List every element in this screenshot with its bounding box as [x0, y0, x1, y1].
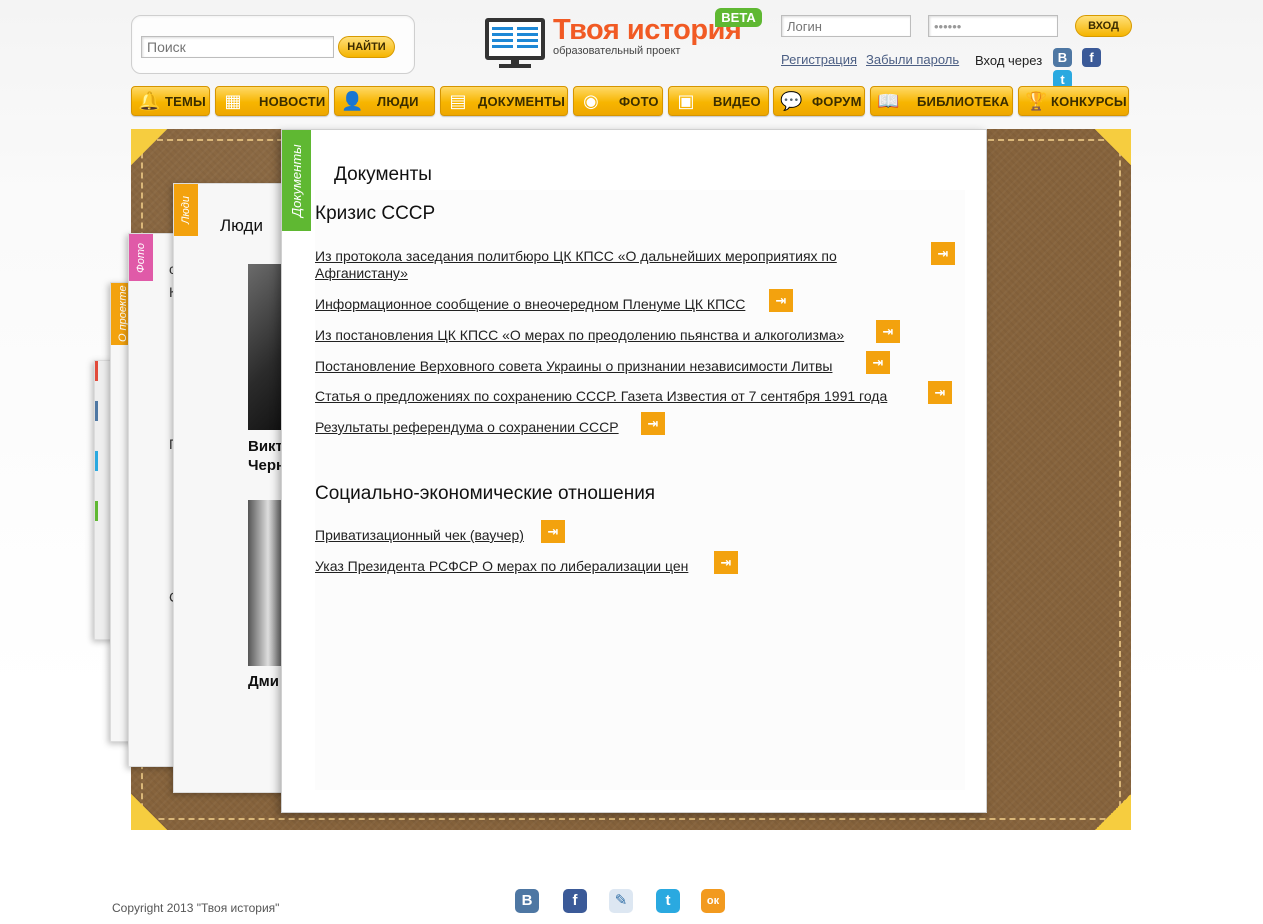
- open-document-icon[interactable]: ⇥: [541, 520, 565, 543]
- document-link[interactable]: Информационное сообщение о внеочередном …: [315, 296, 745, 313]
- open-document-icon[interactable]: ⇥: [769, 289, 793, 312]
- nav-video[interactable]: ▣ ВИДЕО: [668, 86, 769, 116]
- tab-documents[interactable]: Документы: [282, 130, 311, 231]
- main-nav: 🔔 ТЕМЫ ▦ НОВОСТИ 👤 ЛЮДИ ▤ ДОКУМЕНТЫ ◉ ФО…: [131, 86, 1131, 116]
- nav-label: ВИДЕО: [713, 94, 761, 109]
- password-input[interactable]: [928, 15, 1058, 37]
- person-icon: 👤: [341, 91, 364, 111]
- nav-label: КОНКУРСЫ: [1051, 94, 1127, 109]
- open-document-icon[interactable]: ⇥: [866, 351, 890, 374]
- film-icon: ▣: [677, 91, 695, 111]
- speech-bubble-icon: 💬: [780, 91, 803, 111]
- person-name[interactable]: Викт: [248, 438, 282, 455]
- nav-contests[interactable]: 🏆 КОНКУРСЫ: [1018, 86, 1129, 116]
- document-link[interactable]: Указ Президента РСФСР О мерах по либерал…: [315, 558, 688, 575]
- facebook-icon[interactable]: f: [1082, 48, 1101, 67]
- nav-label: ТЕМЫ: [165, 94, 206, 109]
- section-heading: Социально-экономические отношения: [315, 483, 656, 504]
- vk-icon[interactable]: B: [515, 889, 539, 913]
- open-document-icon[interactable]: ⇥: [714, 551, 738, 574]
- nav-topics[interactable]: 🔔 ТЕМЫ: [131, 86, 210, 116]
- login-via-label: Вход через: [975, 53, 1043, 68]
- copyright: Copyright 2013 "Твоя история": [112, 901, 280, 915]
- twitter-icon[interactable]: t: [656, 889, 680, 913]
- tab-people[interactable]: Люди: [174, 184, 198, 236]
- card-people[interactable]: Люди Люди Викт Черн Дми: [173, 183, 293, 793]
- nav-news[interactable]: ▦ НОВОСТИ: [215, 86, 329, 116]
- logo-title: Твоя история: [553, 14, 742, 46]
- person-name[interactable]: Черн: [248, 457, 282, 474]
- page-title: Документы: [334, 164, 432, 185]
- open-document-icon[interactable]: ⇥: [928, 381, 952, 404]
- facebook-icon[interactable]: f: [563, 889, 587, 913]
- nav-label: ФОТО: [619, 94, 659, 109]
- nav-label: БИБЛИОТЕКА: [917, 94, 1010, 109]
- open-document-icon[interactable]: ⇥: [931, 242, 955, 265]
- login-button[interactable]: ВХОД: [1075, 15, 1132, 37]
- nav-photo[interactable]: ◉ ФОТО: [573, 86, 663, 116]
- book-icon: 📖: [877, 91, 900, 111]
- monitor-icon: [485, 18, 545, 68]
- search-input[interactable]: [141, 36, 334, 58]
- document-link[interactable]: Из постановления ЦК КПСС «О мерах по пре…: [315, 327, 844, 344]
- nav-label: ФОРУМ: [812, 94, 862, 109]
- nav-people[interactable]: 👤 ЛЮДИ: [334, 86, 435, 116]
- nav-label: ЛЮДИ: [377, 94, 419, 109]
- nav-label: ДОКУМЕНТЫ: [478, 94, 566, 109]
- odnoklassniki-icon[interactable]: ок: [701, 889, 725, 913]
- document-icon: ▤: [449, 91, 467, 111]
- forgot-password-link[interactable]: Забыли пароль: [866, 52, 959, 67]
- calendar-icon: ▦: [224, 91, 242, 111]
- nav-label: НОВОСТИ: [259, 94, 326, 109]
- logo-subtitle: образовательный проект: [553, 45, 681, 57]
- card-documents: Документы Документы Кризис СССР Из прото…: [281, 129, 987, 813]
- beta-badge: BETA: [715, 8, 762, 27]
- search-box: НАЙТИ: [131, 15, 415, 74]
- open-document-icon[interactable]: ⇥: [876, 320, 900, 343]
- site-logo[interactable]: Твоя история образовательный проект BETA: [483, 8, 765, 68]
- document-link[interactable]: Из протокола заседания политбюро ЦК КПСС…: [315, 248, 915, 282]
- camera-icon: ◉: [583, 91, 599, 111]
- nav-library[interactable]: 📖 БИБЛИОТЕКА: [870, 86, 1013, 116]
- login-input[interactable]: [781, 15, 911, 37]
- people-title: Люди: [220, 216, 263, 235]
- search-button[interactable]: НАЙТИ: [338, 36, 395, 58]
- person-name[interactable]: Дми: [248, 673, 282, 690]
- trophy-icon: 🏆: [1025, 91, 1048, 111]
- register-link[interactable]: Регистрация: [781, 52, 857, 67]
- document-link[interactable]: Постановление Верховного совета Украины …: [315, 358, 832, 375]
- document-link[interactable]: Результаты референдума о сохранении СССР: [315, 419, 619, 436]
- document-link[interactable]: Приватизационный чек (ваучер): [315, 527, 524, 544]
- nav-documents[interactable]: ▤ ДОКУМЕНТЫ: [440, 86, 568, 116]
- nav-forum[interactable]: 💬 ФОРУМ: [773, 86, 865, 116]
- document-link[interactable]: Статья о предложениях по сохранению СССР…: [315, 388, 887, 405]
- livejournal-icon[interactable]: ✎: [609, 889, 633, 913]
- vk-icon[interactable]: B: [1053, 48, 1072, 67]
- bell-icon: 🔔: [138, 91, 161, 111]
- section-heading: Кризис СССР: [315, 203, 436, 224]
- tab-photo[interactable]: Фото: [129, 234, 153, 281]
- open-document-icon[interactable]: ⇥: [641, 412, 665, 435]
